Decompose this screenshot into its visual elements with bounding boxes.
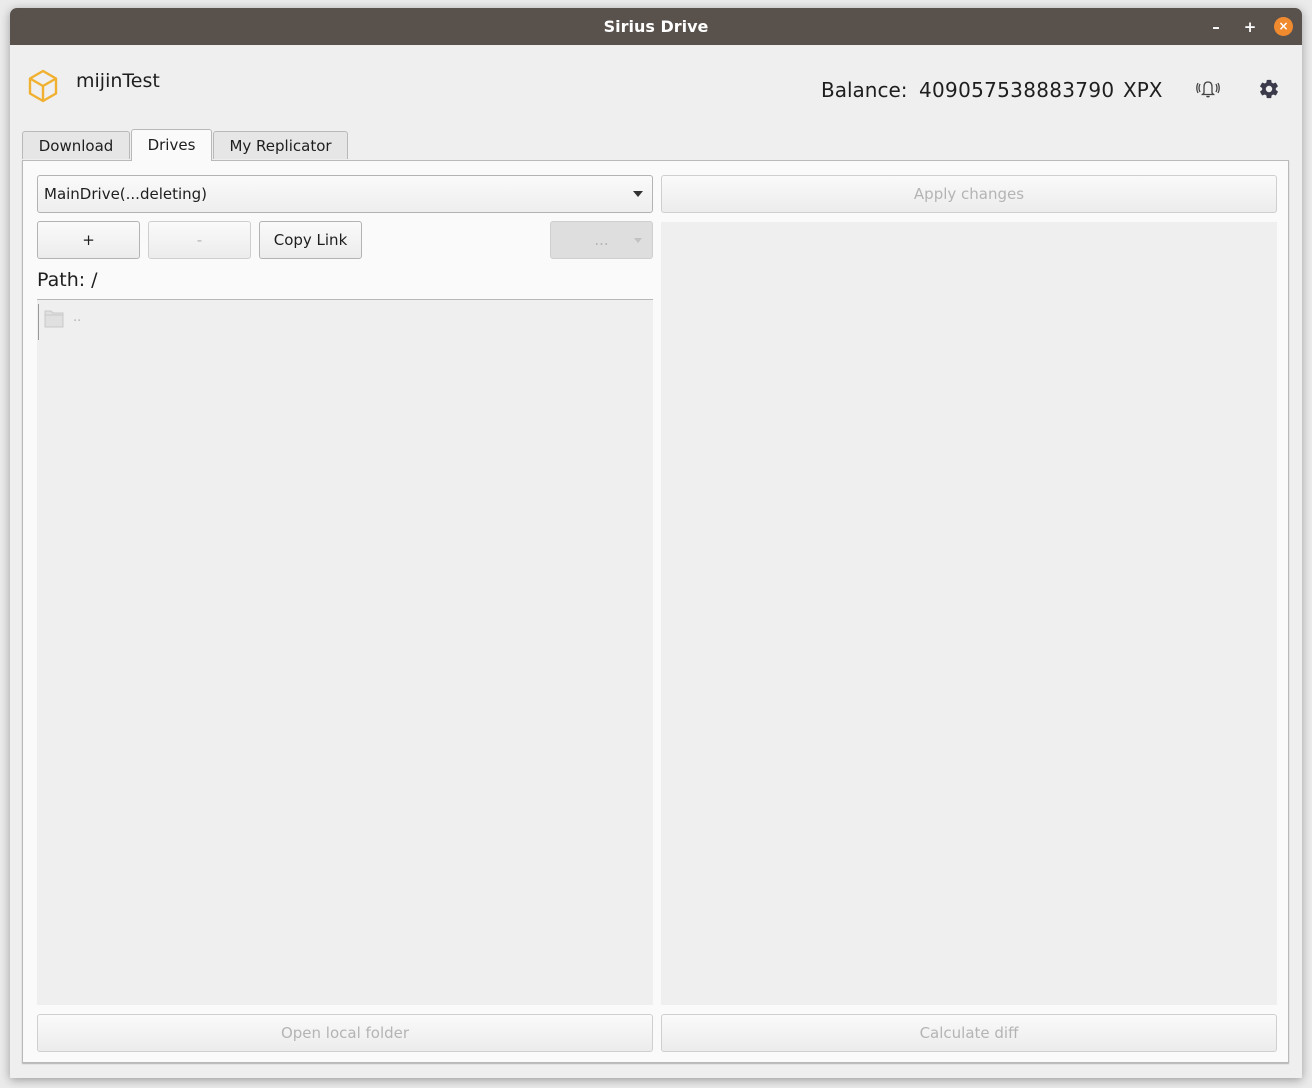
list-item[interactable]: ..	[43, 306, 343, 330]
remove-button[interactable]: -	[148, 221, 251, 259]
add-button[interactable]: +	[37, 221, 140, 259]
drives-panel: MainDrive(...deleting) Apply changes + -…	[22, 160, 1289, 1063]
open-local-folder-button[interactable]: Open local folder	[37, 1014, 653, 1052]
maximize-button[interactable]: +	[1240, 17, 1260, 37]
close-button[interactable]: ×	[1274, 17, 1293, 36]
path-label: Path: /	[37, 269, 98, 291]
copy-link-button[interactable]: Copy Link	[259, 221, 362, 259]
account-name: mijinTest	[76, 70, 160, 92]
minimize-button[interactable]: –	[1206, 17, 1226, 37]
more-options-label: ...	[594, 231, 609, 249]
drive-select-value: MainDrive(...deleting)	[44, 185, 208, 203]
calculate-diff-button[interactable]: Calculate diff	[661, 1014, 1277, 1052]
balance-value: 409057538883790	[919, 78, 1115, 102]
app-window: Sirius Drive – + × mijinTest Balance: 40…	[10, 8, 1302, 1078]
folder-icon	[44, 310, 64, 328]
tab-drives[interactable]: Drives	[131, 129, 212, 161]
apply-changes-button[interactable]: Apply changes	[661, 175, 1277, 213]
tab-download[interactable]: Download	[22, 131, 130, 159]
row-indicator	[38, 304, 39, 340]
chevron-down-icon	[633, 191, 643, 197]
drive-select[interactable]: MainDrive(...deleting)	[37, 175, 653, 213]
bell-ringing-icon[interactable]	[1195, 78, 1221, 100]
balance-unit: XPX	[1123, 78, 1163, 102]
file-list[interactable]: ..	[37, 299, 653, 1005]
gear-icon[interactable]	[1258, 78, 1280, 100]
window-title: Sirius Drive	[603, 17, 709, 36]
more-options-dropdown[interactable]: ...	[550, 221, 653, 259]
title-bar: Sirius Drive – + ×	[10, 8, 1302, 45]
box-logo-icon	[28, 69, 58, 103]
chevron-down-icon	[634, 238, 642, 243]
file-name: ..	[73, 310, 82, 325]
diff-pane	[661, 222, 1277, 1005]
tab-my-replicator[interactable]: My Replicator	[213, 131, 348, 159]
balance-label: Balance:	[821, 78, 908, 102]
